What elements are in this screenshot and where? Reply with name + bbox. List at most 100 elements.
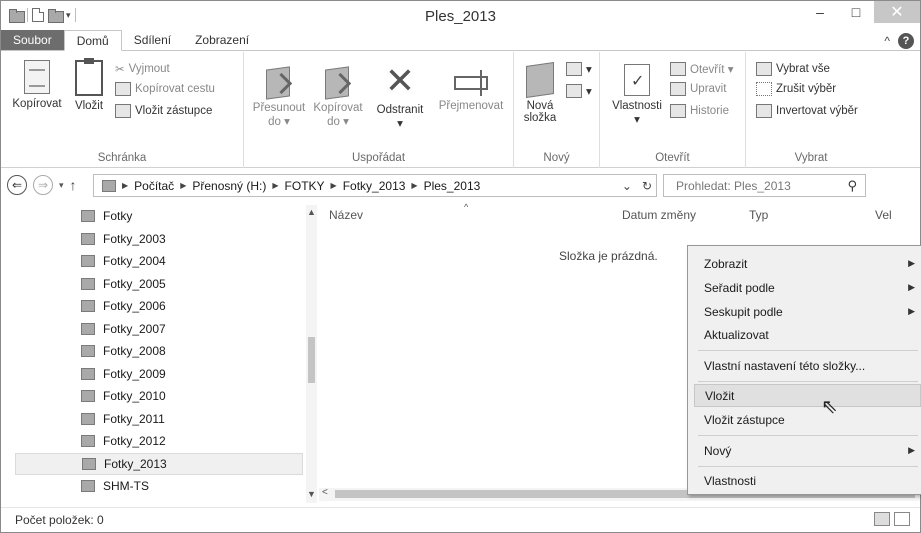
move-to-button[interactable]: Přesunout do ▾ xyxy=(250,64,308,128)
folder-icon xyxy=(81,210,95,223)
breadcrumb-fotky[interactable]: FOTKY xyxy=(285,179,325,193)
menu-item-customize-folder[interactable]: Vlastní nastavení této složky... xyxy=(694,354,921,377)
breadcrumb-ples-2013[interactable]: Ples_2013 xyxy=(424,179,481,193)
nav-folder-item[interactable]: Fotky_2010 xyxy=(15,385,303,408)
folder-icon xyxy=(82,457,96,470)
new-folder-button[interactable]: Nová složka xyxy=(520,62,560,124)
scroll-down-icon[interactable]: ▼ xyxy=(307,489,316,499)
search-input[interactable]: Prohledat: Ples_2013 ⚲ xyxy=(663,174,866,197)
nav-folder-item[interactable]: Fotky_2005 xyxy=(15,273,303,296)
edit-button[interactable]: Upravit xyxy=(670,82,726,96)
scroll-up-icon[interactable]: ▲ xyxy=(307,207,316,217)
search-icon[interactable]: ⚲ xyxy=(847,178,857,194)
scroll-left-icon[interactable]: < xyxy=(322,487,328,498)
nav-folder-item[interactable]: Fotky_2008 xyxy=(15,340,303,363)
maximize-button[interactable]: □ xyxy=(838,1,874,23)
details-view-icon[interactable] xyxy=(874,512,890,526)
nav-folder-item[interactable]: Fotky_2007 xyxy=(15,318,303,341)
menu-item-properties[interactable]: Vlastnosti xyxy=(694,469,921,492)
column-header-size[interactable]: Vel xyxy=(875,205,892,225)
folder-icon xyxy=(81,277,95,290)
nav-folder-item[interactable]: Fotky_2003 xyxy=(15,228,303,251)
address-dropdown-icon[interactable]: ⌄ xyxy=(622,179,632,193)
nav-folder-item[interactable]: Fotky_2011 xyxy=(15,408,303,431)
nav-folder-item[interactable]: Fotky_2006 xyxy=(15,295,303,318)
copy-to-button[interactable]: Kopírovat do ▾ xyxy=(310,64,366,128)
edit-icon xyxy=(670,82,686,96)
open-button[interactable]: Otevřít ▾ xyxy=(670,62,733,76)
folder-icon xyxy=(81,345,95,358)
nav-folder-label: Fotky xyxy=(103,209,133,224)
scrollbar-thumb[interactable] xyxy=(308,337,315,383)
nav-folder-label: Fotky_2008 xyxy=(103,344,166,359)
address-bar[interactable]: ▶ Počítač ▶ Přenosný (H:) ▶ FOTKY ▶ Fotk… xyxy=(93,174,657,197)
delete-x-icon: ✕ xyxy=(384,61,416,102)
menu-separator xyxy=(698,435,918,436)
cut-button[interactable]: ✂ Vyjmout xyxy=(115,62,170,76)
history-button[interactable]: Historie xyxy=(670,104,729,118)
delete-button[interactable]: ✕ Odstranit ▾ xyxy=(368,61,432,131)
menu-item-sort-by[interactable]: Seřadit podle ▶ xyxy=(694,276,921,299)
menu-separator xyxy=(698,350,918,351)
paste-shortcut-icon xyxy=(115,104,131,118)
close-button[interactable]: ✕ xyxy=(874,1,920,23)
menu-item-paste[interactable]: Vložit xyxy=(694,384,921,407)
select-none-button[interactable]: Zrušit výběr xyxy=(756,82,836,96)
folder-icon xyxy=(81,390,95,403)
nav-folder-item[interactable]: Fotky_2009 xyxy=(15,363,303,386)
clipboard-group-label: Schránka xyxy=(97,152,147,164)
invert-selection-button[interactable]: Invertovat výběr xyxy=(756,104,858,118)
tab-home[interactable]: Domů xyxy=(63,30,122,51)
breadcrumb-drive[interactable]: Přenosný (H:) xyxy=(192,179,266,193)
mouse-pointer-icon: ⇖ xyxy=(821,396,838,418)
select-all-icon xyxy=(756,62,772,76)
menu-item-paste-shortcut[interactable]: Vložit zástupce xyxy=(694,408,921,431)
paste-shortcut-button[interactable]: Vložit zástupce xyxy=(115,104,212,118)
minimize-button[interactable]: – xyxy=(802,1,838,23)
nav-folder-label: Fotky_2010 xyxy=(103,389,166,404)
nav-folder-item[interactable]: Fotky_2012 xyxy=(15,430,303,453)
copy-button[interactable]: Kopírovat xyxy=(7,60,67,110)
breadcrumb-computer[interactable]: Počítač xyxy=(134,179,174,193)
select-all-button[interactable]: Vybrat vše xyxy=(756,62,830,76)
copy-path-button[interactable]: Kopírovat cestu xyxy=(115,82,215,96)
tab-share[interactable]: Sdílení xyxy=(122,30,183,50)
folder-icon xyxy=(81,435,95,448)
easy-access-button[interactable]: ▾ xyxy=(566,84,592,98)
breadcrumb-fotky-2013[interactable]: Fotky_2013 xyxy=(343,179,406,193)
tab-view[interactable]: Zobrazení xyxy=(183,30,261,50)
help-icon[interactable]: ? xyxy=(898,33,914,49)
up-arrow-icon[interactable]: ↑ xyxy=(70,177,77,193)
forward-button[interactable]: ⇒ xyxy=(33,175,53,195)
submenu-arrow-icon: ▶ xyxy=(908,306,915,316)
menu-item-group-by[interactable]: Seskupit podle ▶ xyxy=(694,300,921,323)
column-header-name[interactable]: Název xyxy=(329,205,363,225)
nav-folder-item[interactable]: Fotky_2004 xyxy=(15,250,303,273)
paste-button[interactable]: Vložit xyxy=(69,58,109,112)
folder-icon xyxy=(81,322,95,335)
recent-locations-icon[interactable]: ▾ xyxy=(59,180,64,191)
new-item-icon xyxy=(566,62,582,76)
new-item-button[interactable]: ▾ xyxy=(566,62,592,76)
tab-file[interactable]: Soubor xyxy=(1,30,64,50)
organize-group-label: Uspořádat xyxy=(351,152,406,164)
ribbon-tabs: Soubor Domů Sdílení Zobrazení ^ ? xyxy=(1,30,920,51)
nav-folder-item[interactable]: Fotky_2013 xyxy=(15,452,303,475)
menu-item-new[interactable]: Nový ▶ xyxy=(694,439,921,462)
large-icons-view-icon[interactable] xyxy=(894,512,910,526)
navigation-buttons: ⇐ ⇒ ▾ ↑ xyxy=(7,175,77,195)
nav-folder-item[interactable]: Fotky xyxy=(15,205,303,228)
window-title: Ples_2013 xyxy=(425,8,496,25)
column-header-date[interactable]: Datum změny xyxy=(622,205,696,225)
back-button[interactable]: ⇐ xyxy=(7,175,27,195)
refresh-icon[interactable]: ↻ xyxy=(642,179,652,193)
nav-folder-item[interactable]: SHM-TS xyxy=(15,475,303,498)
properties-button[interactable]: Vlastnosti▾ xyxy=(606,64,668,126)
rename-button[interactable]: Přejmenovat xyxy=(434,64,508,112)
folder-icon xyxy=(81,367,95,380)
menu-item-view[interactable]: Zobrazit ▶ xyxy=(694,252,921,275)
column-header-type[interactable]: Typ xyxy=(749,205,768,225)
menu-item-refresh[interactable]: Aktualizovat xyxy=(694,323,921,346)
collapse-ribbon-icon[interactable]: ^ xyxy=(884,34,890,48)
nav-pane-scrollbar[interactable]: ▲ ▼ xyxy=(306,205,317,503)
